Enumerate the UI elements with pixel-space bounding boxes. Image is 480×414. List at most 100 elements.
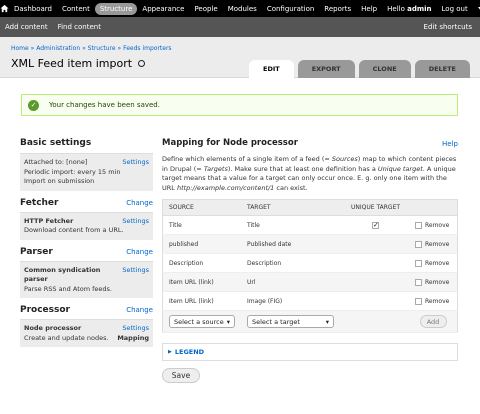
parser-change-link[interactable]: Change: [126, 248, 153, 256]
desc-targets: Targets: [203, 164, 228, 173]
parser-settings-link[interactable]: Settings: [122, 266, 149, 285]
breadcrumb-structure[interactable]: Structure: [88, 45, 116, 52]
column-unique-target: UNIQUE TARGET: [345, 199, 409, 216]
remove-checkbox[interactable]: [415, 221, 422, 229]
fetcher-settings-link[interactable]: Settings: [122, 217, 149, 227]
parser-header: Parser Change: [20, 247, 153, 257]
tab-delete[interactable]: DELETE: [414, 60, 470, 78]
fetcher-box: HTTP Fetcher Settings Download content f…: [20, 211, 153, 240]
processor-change-link[interactable]: Change: [126, 306, 153, 314]
column-source: SOURCE: [162, 199, 241, 216]
chevron-down-icon: ▾: [226, 317, 230, 326]
toolbar-item-dashboard[interactable]: Dashboard: [9, 3, 57, 15]
table-row: Item URL (link) Image (FIG) Remove: [162, 291, 458, 311]
target-select[interactable]: Select a target ▾: [247, 315, 334, 328]
breadcrumb-home[interactable]: Home: [11, 45, 29, 52]
fetcher-heading: Fetcher: [20, 197, 59, 208]
unique-target-cell: [345, 234, 409, 254]
table-row: published Published date Remove: [162, 234, 458, 254]
shortcuts-toggle-icon[interactable]: [473, 3, 480, 15]
fetcher-description: Download content from a URL.: [24, 226, 124, 234]
processor-mapping-label: Mapping: [117, 333, 149, 342]
legend-fieldset[interactable]: ▶ LEGEND: [162, 343, 458, 361]
mapping-panel: Mapping for Node processor Help Define w…: [162, 138, 458, 383]
processor-description: Create and update nodes.: [24, 333, 109, 342]
breadcrumb-administration[interactable]: Administration: [36, 45, 80, 52]
breadcrumb: Home » Administration » Structure » Feed…: [11, 45, 172, 52]
processor-box: Node processor Settings Create and updat…: [20, 319, 153, 347]
table-row: Description Description Remove: [162, 253, 458, 273]
row-target: Title: [241, 215, 345, 235]
toolbar-item-reports[interactable]: Reports: [319, 3, 356, 15]
find-content-shortcut[interactable]: Find content: [53, 23, 106, 31]
toolbar-item-modules[interactable]: Modules: [223, 3, 262, 15]
basic-settings-link[interactable]: Settings: [122, 158, 149, 168]
basic-settings-heading: Basic settings: [20, 138, 92, 148]
save-button[interactable]: Save: [162, 368, 200, 383]
unique-target-cell: [345, 253, 409, 273]
row-target: Image (FIG): [241, 291, 345, 311]
check-icon: ✓: [28, 99, 39, 111]
toolbar-item-people[interactable]: People: [189, 3, 222, 15]
status-message-text: Your changes have been saved.: [49, 101, 160, 109]
unique-target-checkbox[interactable]: [372, 221, 379, 229]
source-select[interactable]: Select a source ▾: [169, 315, 235, 328]
status-message: ✓ Your changes have been saved.: [21, 94, 458, 116]
target-select-cell: Select a target ▾: [241, 310, 345, 333]
shortcut-star-icon[interactable]: [138, 60, 146, 67]
remove-cell: Remove: [409, 272, 458, 292]
remove-checkbox[interactable]: [415, 259, 422, 267]
remove-cell: Remove: [409, 215, 458, 235]
desc-part: Define which elements of a single item o…: [162, 155, 332, 163]
row-source: Title: [162, 215, 241, 235]
chevron-down-icon: ▾: [325, 317, 329, 326]
toolbar-item-help[interactable]: Help: [356, 3, 382, 15]
toolbar-item-configuration[interactable]: Configuration: [262, 3, 319, 15]
toolbar-item-appearance[interactable]: Appearance: [137, 3, 189, 15]
unique-target-cell: [345, 291, 409, 311]
logout-link[interactable]: Log out: [437, 3, 473, 15]
table-row: Item URL (link) Url Remove: [162, 272, 458, 292]
empty-cell: [345, 310, 409, 333]
toolbar-item-structure[interactable]: Structure: [94, 2, 138, 15]
admin-toolbar: Dashboard Content Structure Appearance P…: [0, 0, 480, 17]
tab-clone[interactable]: CLONE: [358, 60, 411, 78]
tab-edit[interactable]: EDIT: [249, 60, 294, 78]
home-icon[interactable]: [0, 0, 9, 17]
processor-heading: Processor: [20, 305, 70, 315]
mapping-heading: Mapping for Node processor: [162, 138, 298, 148]
toolbar-item-content[interactable]: Content: [57, 3, 95, 15]
shortcuts-bar: Add content Find content Edit shortcuts: [0, 17, 480, 37]
row-source: Item URL (link): [162, 272, 241, 292]
remove-checkbox[interactable]: [415, 240, 422, 248]
remove-cell: Remove: [409, 234, 458, 254]
desc-part: can exist.: [274, 183, 308, 192]
mapping-description: Define which elements of a single item o…: [162, 155, 458, 193]
user-link[interactable]: admin: [407, 5, 431, 13]
remove-checkbox[interactable]: [415, 278, 422, 286]
processor-settings-link[interactable]: Settings: [122, 324, 149, 334]
remove-label: Remove: [425, 297, 450, 305]
unique-target-cell: [345, 215, 409, 235]
add-mapping-row: Select a source ▾ Select a target ▾ Add: [162, 310, 458, 333]
user-greeting: Hello admin: [382, 3, 436, 15]
fetcher-change-link[interactable]: Change: [126, 199, 153, 207]
add-mapping-button[interactable]: Add: [419, 315, 447, 328]
remove-checkbox[interactable]: [415, 297, 422, 305]
remove-label: Remove: [425, 278, 450, 286]
row-source: Description: [162, 253, 241, 273]
tab-export[interactable]: EXPORT: [297, 60, 355, 78]
remove-label: Remove: [425, 259, 450, 267]
add-content-shortcut[interactable]: Add content: [0, 23, 53, 31]
breadcrumb-feeds-importers[interactable]: Feeds importers: [123, 45, 171, 52]
page-title-text: XML Feed item import: [11, 57, 133, 70]
importer-sidebar: Basic settings Attached to: [none] Setti…: [20, 138, 153, 347]
legend-label: LEGEND: [174, 348, 205, 356]
row-target: Description: [241, 253, 345, 273]
fetcher-header: Fetcher Change: [20, 198, 153, 208]
edit-shortcuts-link[interactable]: Edit shortcuts: [419, 23, 480, 31]
primary-tabs: EDIT EXPORT CLONE DELETE: [249, 60, 470, 78]
parser-description: Parse RSS and Atom feeds.: [24, 284, 112, 293]
fetcher-name: HTTP Fetcher: [24, 216, 74, 225]
help-link[interactable]: Help: [442, 140, 458, 148]
